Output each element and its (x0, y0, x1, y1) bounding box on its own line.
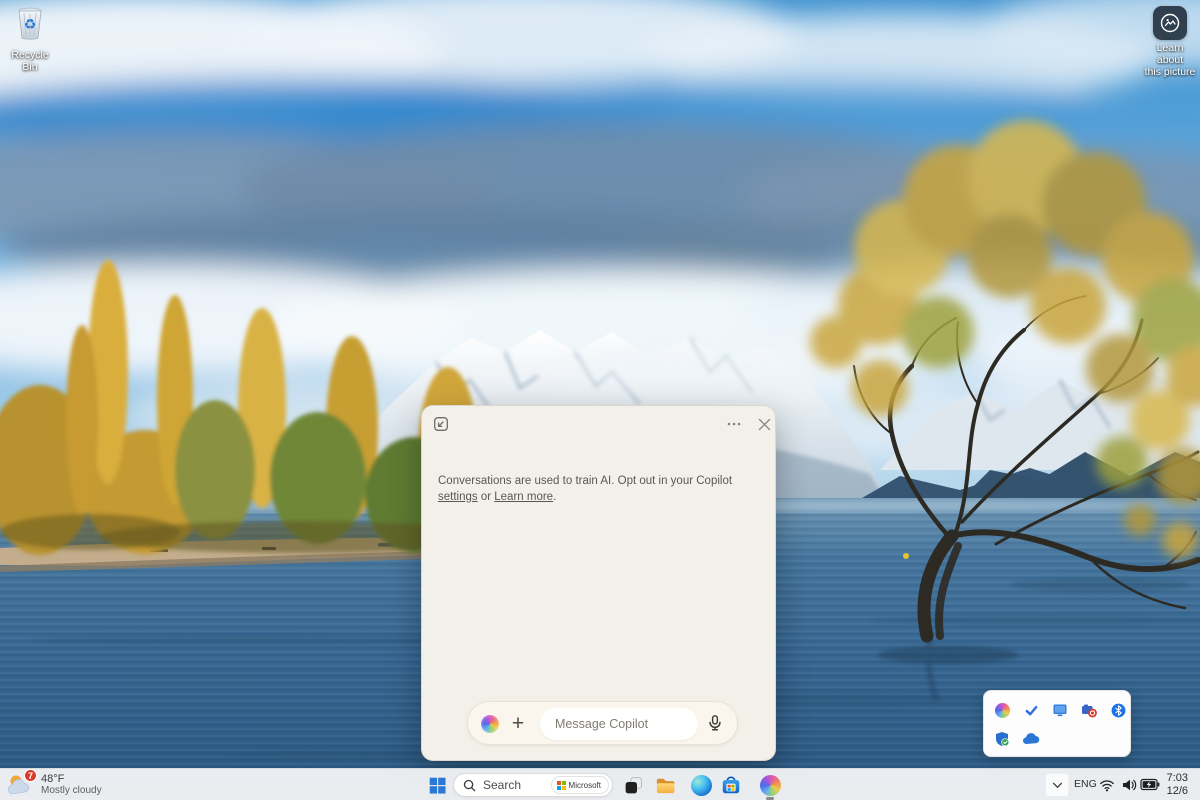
spotlight-label-line2: this picture (1145, 66, 1196, 78)
wifi-icon (1099, 777, 1115, 793)
copilot-window: Conversations are used to train AI. Opt … (421, 405, 776, 761)
tray-chevron-button[interactable] (1045, 773, 1069, 797)
tray-bluetooth-icon[interactable] (1108, 700, 1128, 720)
battery-charging-icon (1140, 778, 1160, 791)
battery-button[interactable] (1140, 778, 1160, 796)
desktop: ♻ Recycle Bin Learn about this picture (0, 0, 1200, 800)
weather-text: 48°F Mostly cloudy (41, 773, 102, 798)
language-indicator[interactable]: ENG (1074, 778, 1097, 790)
clock-date: 12/6 (1167, 785, 1188, 798)
wifi-button[interactable] (1099, 777, 1115, 798)
task-view-icon (623, 775, 644, 796)
tray-checkmark-icon[interactable] (1021, 700, 1041, 720)
spotlight-learn-shortcut[interactable]: Learn about this picture (1142, 6, 1198, 78)
settings-link[interactable]: settings (438, 491, 478, 503)
volume-button[interactable] (1121, 777, 1137, 798)
taskbar-search-box[interactable]: Search Microsoft (453, 773, 613, 797)
microphone-icon (706, 714, 724, 732)
tray-windows-security-icon[interactable] (992, 729, 1012, 749)
file-explorer-icon (654, 774, 677, 797)
privacy-notice-text: Conversations are used to train AI. Opt … (438, 475, 732, 487)
message-input-bar: + (467, 701, 738, 745)
notification-badge: 7 (24, 769, 37, 782)
weather-condition: Mostly cloudy (41, 785, 102, 798)
ellipsis-menu-icon (727, 422, 741, 426)
spotlight-picture-icon (1153, 6, 1187, 40)
privacy-notice: Conversations are used to train AI. Opt … (438, 474, 760, 505)
task-view-button[interactable] (619, 773, 647, 797)
taskbar: 7 48°F Mostly cloudy Search (0, 768, 1200, 800)
microsoft-store-button[interactable] (717, 773, 745, 797)
tray-overflow-flyout (983, 690, 1131, 757)
chevron-down-icon (1052, 782, 1063, 789)
speaker-icon (1121, 777, 1137, 793)
recycle-bin-icon: ♻ (14, 6, 46, 47)
close-icon (758, 418, 771, 431)
search-highlight-badge: Microsoft (551, 776, 609, 794)
add-attachment-button[interactable]: + (507, 709, 529, 739)
clock-time: 7:03 (1167, 772, 1188, 785)
expand-window-button[interactable] (430, 413, 452, 435)
message-copilot-input[interactable] (540, 708, 698, 740)
copilot-taskbar-button[interactable] (756, 773, 784, 797)
edge-button[interactable] (687, 773, 715, 797)
file-explorer-button[interactable] (651, 773, 679, 797)
tray-device-status-icon[interactable] (1079, 700, 1099, 720)
edge-icon (691, 775, 712, 796)
tray-display-icon[interactable] (1050, 700, 1070, 720)
clock[interactable]: 7:03 12/6 (1167, 772, 1188, 798)
window-menu-button[interactable] (722, 413, 746, 435)
tray-onedrive-icon[interactable] (1021, 729, 1041, 749)
microsoft-store-icon (720, 774, 742, 796)
microphone-button[interactable] (706, 714, 726, 734)
windows-logo-icon (428, 776, 447, 795)
recycle-bin-shortcut[interactable]: ♻ Recycle Bin (4, 6, 56, 73)
search-placeholder: Search (483, 778, 551, 792)
learn-more-link[interactable]: Learn more (494, 491, 553, 503)
weather-temperature: 48°F (41, 773, 102, 786)
spotlight-label-line1: Learn about (1142, 42, 1198, 66)
widgets-weather-button[interactable]: 7 48°F Mostly cloudy (6, 769, 136, 800)
start-button[interactable] (423, 773, 451, 797)
copilot-taskbar-icon (760, 775, 781, 796)
tray-copilot-icon[interactable] (992, 700, 1012, 720)
expand-icon (433, 416, 449, 432)
recycle-bin-label: Recycle Bin (4, 49, 56, 73)
window-close-button[interactable] (752, 413, 776, 435)
weather-cloud-icon: 7 (6, 772, 36, 798)
svg-text:♻: ♻ (24, 16, 37, 32)
microsoft-logo-icon (557, 781, 566, 790)
copilot-logo-icon[interactable] (481, 715, 499, 733)
search-icon (463, 779, 476, 792)
